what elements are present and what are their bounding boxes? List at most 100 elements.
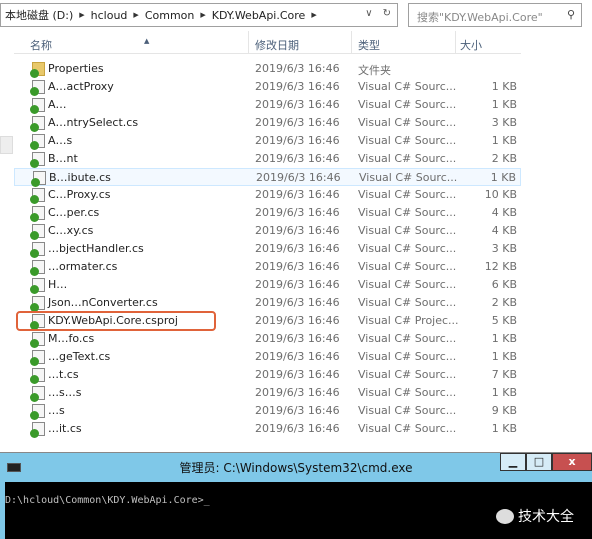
file-name: …geText.cs [48, 350, 111, 363]
chevron-right-icon[interactable]: ▶ [311, 11, 316, 19]
file-row[interactable]: A… 2019/6/3 16:46 Visual C# Sourc... 1 K… [14, 96, 521, 114]
file-icon [30, 152, 45, 168]
maximize-button[interactable]: □ [526, 453, 552, 471]
chevron-right-icon[interactable]: ▶ [200, 11, 205, 19]
console-output[interactable]: D:\hcloud\Common\KDY.WebApi.Core>_ 技术大全 [5, 482, 592, 539]
file-name: …s…s [48, 386, 82, 399]
dropdown-icon[interactable]: ∨ [365, 8, 372, 19]
search-placeholder: 搜索"KDY.WebApi.Core" [417, 11, 543, 24]
file-row[interactable]: B…nt 2019/6/3 16:46 Visual C# Sourc... 2… [14, 150, 521, 168]
file-name: B…ibute.cs [49, 171, 111, 184]
sync-check-icon [30, 285, 39, 294]
file-row[interactable]: A…ntrySelect.cs 2019/6/3 16:46 Visual C#… [14, 114, 521, 132]
file-type: Visual C# Sourc... [358, 386, 457, 399]
file-name: H… [48, 278, 68, 291]
file-icon [30, 278, 45, 294]
file-type: Visual C# Sourc... [358, 350, 457, 363]
file-name: A…actProxy [48, 80, 114, 93]
breadcrumb-project[interactable]: KDY.WebApi.Core [212, 9, 306, 22]
wechat-icon [496, 508, 514, 524]
chevron-right-icon[interactable]: ▶ [79, 11, 84, 19]
column-type[interactable]: 类型 [358, 37, 380, 53]
column-name[interactable]: 名称 [30, 37, 52, 53]
file-type: Visual C# Sourc... [358, 134, 457, 147]
file-icon [30, 260, 45, 276]
file-name: …ormater.cs [48, 260, 118, 273]
search-icon[interactable]: ⚲ [567, 8, 575, 21]
file-row[interactable]: C…per.cs 2019/6/3 16:46 Visual C# Sourc.… [14, 204, 521, 222]
file-name: A… [48, 98, 67, 111]
file-row[interactable]: C…Proxy.cs 2019/6/3 16:46 Visual C# Sour… [14, 186, 521, 204]
file-size: 3 KB [491, 116, 517, 129]
file-row[interactable]: …t.cs 2019/6/3 16:46 Visual C# Sourc... … [14, 366, 521, 384]
file-size: 6 KB [491, 278, 517, 291]
file-row[interactable]: A…actProxy 2019/6/3 16:46 Visual C# Sour… [14, 78, 521, 96]
file-row[interactable]: …s…s 2019/6/3 16:46 Visual C# Sourc... 1… [14, 384, 521, 402]
breadcrumb-drive[interactable]: 本地磁盘 (D:) [5, 7, 73, 23]
sync-check-icon [30, 375, 39, 384]
file-size: 1 KB [491, 422, 517, 435]
file-date: 2019/6/3 16:46 [255, 314, 340, 327]
sync-check-icon [30, 429, 39, 438]
file-type: Visual C# Sourc... [358, 188, 457, 201]
breadcrumb-common[interactable]: Common [145, 9, 195, 22]
sync-check-icon [30, 267, 39, 276]
breadcrumb-hcloud[interactable]: hcloud [91, 9, 128, 22]
file-row[interactable]: C…xy.cs 2019/6/3 16:46 Visual C# Sourc..… [14, 222, 521, 240]
file-date: 2019/6/3 16:46 [255, 62, 340, 75]
file-row[interactable]: …ormater.cs 2019/6/3 16:46 Visual C# Sou… [14, 258, 521, 276]
file-icon [30, 116, 45, 132]
sync-check-icon [30, 141, 39, 150]
refresh-icon[interactable]: ↻ [383, 8, 391, 19]
file-date: 2019/6/3 16:46 [255, 350, 340, 363]
file-row[interactable]: …geText.cs 2019/6/3 16:46 Visual C# Sour… [14, 348, 521, 366]
file-size: 12 KB [484, 260, 517, 273]
file-type: 文件夹 [358, 64, 391, 77]
file-size: 1 KB [490, 171, 516, 184]
file-icon [30, 206, 45, 222]
file-type: Visual C# Sourc... [358, 296, 457, 309]
file-row[interactable]: M…fo.cs 2019/6/3 16:46 Visual C# Sourc..… [14, 330, 521, 348]
file-type: Visual C# Sourc... [358, 278, 457, 291]
file-date: 2019/6/3 16:46 [255, 422, 340, 435]
file-size: 2 KB [491, 152, 517, 165]
file-row[interactable]: Json…nConverter.cs 2019/6/3 16:46 Visual… [14, 294, 521, 312]
file-date: 2019/6/3 16:46 [255, 296, 340, 309]
close-button[interactable]: x [552, 453, 592, 471]
file-date: 2019/6/3 16:46 [255, 152, 340, 165]
file-name: A…s [48, 134, 73, 147]
file-icon [30, 296, 45, 312]
file-type: Visual C# Sourc... [358, 206, 457, 219]
sync-check-icon [30, 411, 39, 420]
file-name: …bjectHandler.cs [48, 242, 144, 255]
file-date: 2019/6/3 16:46 [255, 404, 340, 417]
file-row[interactable]: …s 2019/6/3 16:46 Visual C# Sourc... 9 K… [14, 402, 521, 420]
file-type: Visual C# Sourc... [358, 368, 457, 381]
file-row[interactable]: Properties 2019/6/3 16:46 文件夹 [14, 60, 521, 78]
file-row[interactable]: B…ibute.cs 2019/6/3 16:46 Visual C# Sour… [14, 168, 521, 187]
file-date: 2019/6/3 16:46 [255, 278, 340, 291]
file-type: Visual C# Sourc... [359, 171, 458, 184]
file-row[interactable]: A…s 2019/6/3 16:46 Visual C# Sourc... 1 … [14, 132, 521, 150]
file-row[interactable]: H… 2019/6/3 16:46 Visual C# Sourc... 6 K… [14, 276, 521, 294]
file-row[interactable]: …it.cs 2019/6/3 16:46 Visual C# Sourc...… [14, 420, 521, 438]
address-bar[interactable]: 本地磁盘 (D:) ▶ hcloud ▶ Common ▶ KDY.WebApi.Co… [0, 3, 398, 27]
cmd-window[interactable]: 管理员: C:\Windows\System32\cmd.exe ▁ □ x D… [0, 452, 592, 539]
column-size[interactable]: 大小 [460, 37, 482, 53]
file-date: 2019/6/3 16:46 [255, 386, 340, 399]
file-size: 9 KB [491, 404, 517, 417]
search-input[interactable]: 搜索"KDY.WebApi.Core" ⚲ [408, 3, 582, 27]
minimize-button[interactable]: ▁ [500, 453, 526, 471]
file-row[interactable]: …bjectHandler.cs 2019/6/3 16:46 Visual C… [14, 240, 521, 258]
column-date[interactable]: 修改日期 [255, 37, 299, 53]
file-icon [30, 134, 45, 150]
file-icon [30, 422, 45, 438]
sync-check-icon [30, 105, 39, 114]
sync-check-icon [30, 87, 39, 96]
file-type: Visual C# Sourc... [358, 116, 457, 129]
file-name: C…per.cs [48, 206, 100, 219]
file-size: 1 KB [491, 350, 517, 363]
file-type: Visual C# Sourc... [358, 224, 457, 237]
file-icon [30, 350, 45, 366]
chevron-right-icon[interactable]: ▶ [133, 11, 138, 19]
